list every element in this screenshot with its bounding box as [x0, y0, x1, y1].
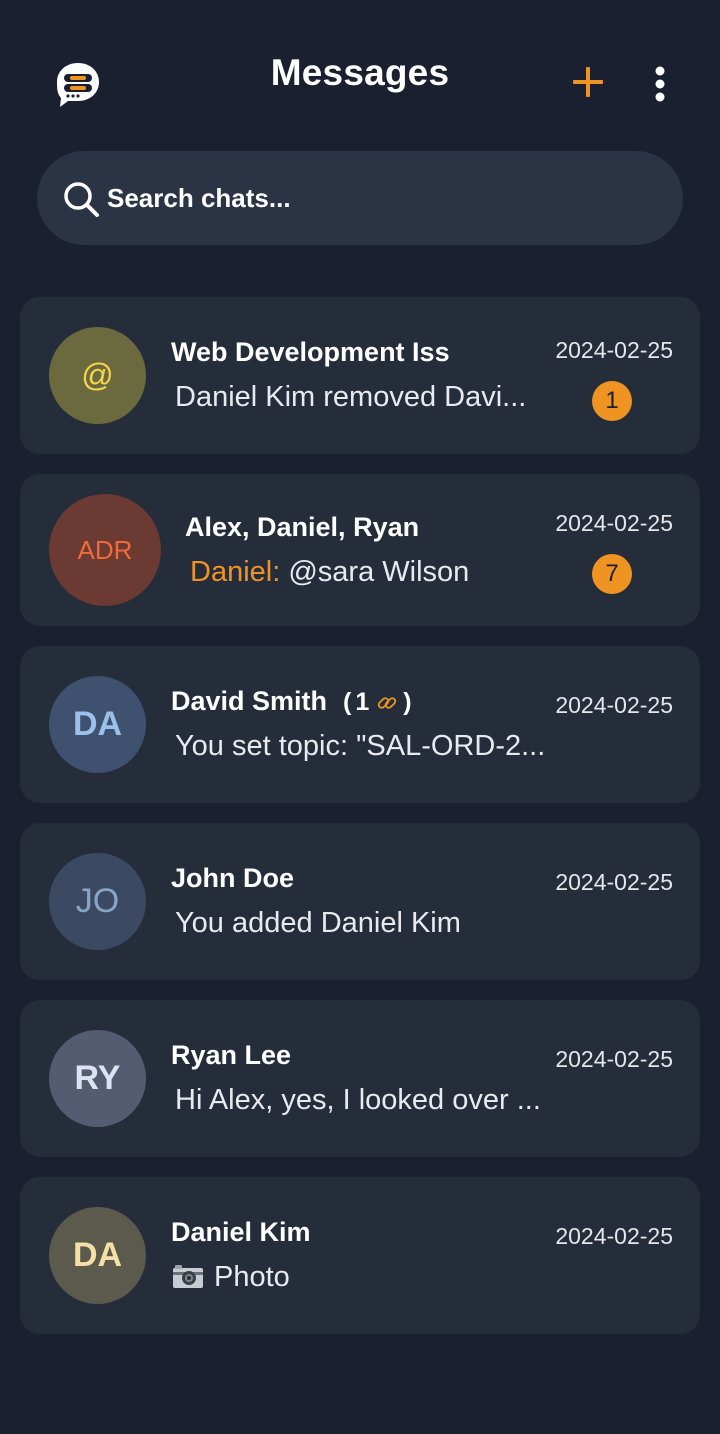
link-icon	[378, 696, 397, 709]
shared-links-count: (1)	[343, 688, 412, 716]
page-title: Messages	[270, 52, 450, 93]
messages-screen: Messages @ Web Developmen	[0, 0, 720, 1434]
avatar: @	[49, 327, 146, 424]
chat-preview: You added Daniel Kim	[175, 907, 461, 939]
avatar: RY	[49, 1030, 146, 1127]
chat-time: 2024-02-25	[555, 869, 673, 895]
chat-time: 2024-02-25	[555, 692, 673, 718]
more-vertical-icon	[655, 66, 665, 102]
search-input[interactable]	[107, 173, 647, 223]
chat-preview: You set topic: "SAL-ORD-2...	[175, 730, 546, 762]
message-text: @sara Wilson	[280, 556, 470, 588]
chat-item-alex-daniel-ryan[interactable]: ADR Alex, Daniel, Ryan Daniel: @sara Wil…	[20, 474, 700, 626]
chat-name: Daniel Kim	[171, 1217, 311, 1247]
chat-preview: Daniel Kim removed Davi...	[175, 381, 527, 413]
chat-preview: Photo	[172, 1261, 547, 1294]
chat-time: 2024-02-25	[555, 1046, 673, 1072]
chat-name: Ryan Lee	[171, 1040, 292, 1070]
chat-item-web-development[interactable]: @ Web Development Iss Daniel Kim removed…	[20, 297, 700, 454]
chat-name: Web Development Iss	[171, 337, 450, 367]
search-bar[interactable]	[37, 151, 683, 245]
chat-list: @ Web Development Iss Daniel Kim removed…	[20, 297, 700, 1354]
avatar: JO	[49, 853, 146, 950]
plus-icon	[573, 67, 603, 97]
camera-icon	[173, 1265, 203, 1288]
unread-badge: 1	[592, 381, 632, 421]
chat-item-john-doe[interactable]: JO John Doe You added Daniel Kim 2024-02…	[20, 823, 700, 980]
chat-item-ryan-lee[interactable]: RY Ryan Lee Hi Alex, yes, I looked over …	[20, 1000, 700, 1157]
chat-name: John Doe	[171, 863, 295, 893]
avatar: ADR	[49, 494, 161, 606]
chat-time: 2024-02-25	[555, 337, 673, 363]
chat-item-david-smith[interactable]: DA David Smith(1) You set topic: "SAL-OR…	[20, 646, 700, 803]
chat-item-daniel-kim[interactable]: DA Daniel Kim Photo 2024-02-25	[20, 1177, 700, 1334]
chat-name: Alex, Daniel, Ryan	[185, 512, 420, 542]
chat-time: 2024-02-25	[555, 510, 673, 536]
app-header: Messages	[0, 0, 720, 150]
search-icon	[64, 182, 99, 217]
chat-preview: Hi Alex, yes, I looked over ...	[175, 1084, 541, 1116]
unread-badge: 7	[592, 554, 632, 594]
chat-preview: Daniel: @sara Wilson	[190, 556, 565, 589]
new-chat-button[interactable]	[568, 62, 608, 102]
chat-name: David Smith(1)	[171, 686, 416, 717]
avatar: DA	[49, 1207, 146, 1304]
message-text: Photo	[214, 1261, 290, 1293]
more-options-button[interactable]	[644, 62, 676, 106]
message-sender: Daniel:	[190, 556, 281, 588]
avatar: DA	[49, 676, 146, 773]
chat-time: 2024-02-25	[555, 1223, 673, 1249]
